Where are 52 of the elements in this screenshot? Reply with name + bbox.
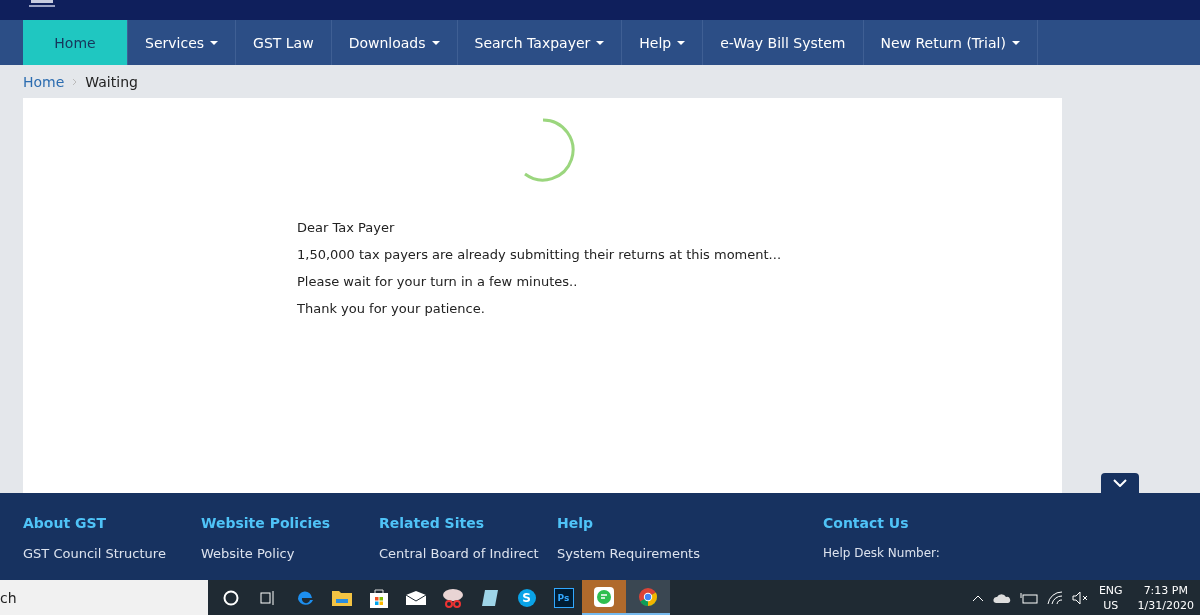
message-text: Please wait for your turn in a few minutes.. [297,274,579,290]
message-text: Thank you for your patience. [297,301,486,317]
breadcrumb-link[interactable]: Home [23,73,65,90]
envelope-icon[interactable] [404,589,427,606]
footer-heading: Website Policies [201,515,332,531]
footer-link[interactable]: Help Desk Number: [823,546,1001,560]
notepad-icon[interactable] [479,587,500,608]
footer-heading: About GST [23,515,108,531]
message-text: Dear Tax Payer [297,220,396,236]
photo-editor-icon[interactable]: Ps [553,587,574,608]
caret-icon [596,40,605,45]
nav-tab[interactable]: GST Law [236,20,332,65]
breadcrumb-current: Waiting [85,73,138,90]
chevron-down-icon [1113,479,1127,487]
browser-icon[interactable] [638,586,658,607]
nav-tab[interactable]: Services [128,20,237,65]
task-view-icon[interactable] [259,589,276,606]
scroll-down-button[interactable] [1101,473,1139,493]
chevron-up-icon[interactable] [971,593,984,602]
nav-tab[interactable]: Help [622,20,704,65]
clock[interactable]: 7:13 PM 1/31/2020 [1137,582,1194,613]
search-field[interactable]: ch [0,580,208,615]
chevron-icon [72,77,78,86]
nav-tab[interactable]: Home [23,20,128,65]
wifi-icon[interactable] [1046,590,1063,605]
folder-icon[interactable] [330,588,353,607]
footer-link[interactable]: System Requirements [557,546,823,561]
caret-icon [1011,40,1020,45]
shopping-bag-icon[interactable] [368,586,389,609]
caret-icon [431,40,440,45]
battery-icon[interactable] [1019,591,1038,604]
footer-heading: Contact Us [823,515,910,531]
cloud-icon[interactable] [992,592,1011,603]
caret-icon [677,40,686,45]
chat-bubble-icon[interactable] [593,585,615,608]
footer-heading: Related Sites [379,515,485,531]
circle-icon[interactable] [222,589,239,606]
footer-link[interactable]: GST Council Structure [23,546,201,561]
nav-tab[interactable]: e-Way Bill System [703,20,864,65]
taskbar-button[interactable]: Ps [545,580,582,615]
emblem-icon [27,0,57,8]
nav-tab[interactable]: New Return (Trial) [863,20,1038,65]
speaker-muted-icon[interactable] [1071,590,1090,605]
footer-link[interactable]: Website Policy [201,546,379,561]
nav-tab[interactable]: Search Taxpayer [457,20,623,65]
message-text: 1,50,000 tax payers are already submitting their returns at this moment... [297,247,781,263]
nav-tab[interactable]: Downloads [331,20,458,65]
language-indicator[interactable]: ENG US [1098,582,1123,613]
scissors-icon[interactable] [440,586,465,609]
caret-icon [210,40,219,45]
footer-link[interactable]: Central Board of Indirect [379,546,557,561]
footer-heading: Help [557,515,595,531]
